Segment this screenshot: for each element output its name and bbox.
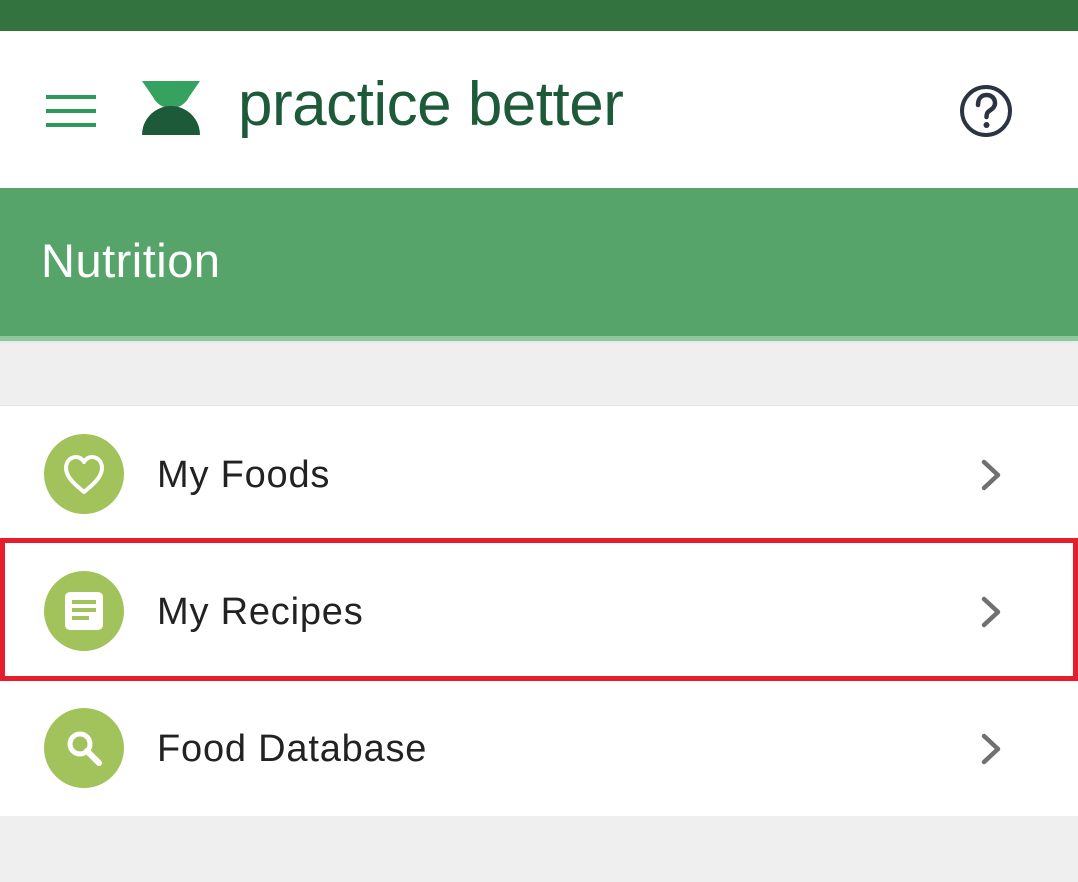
menu-item-label: My Recipes <box>157 591 364 633</box>
menu-item-my-foods[interactable]: My Foods <box>0 406 1078 543</box>
recipe-icon <box>65 592 103 630</box>
hamburger-icon <box>46 95 96 127</box>
chevron-right-icon <box>981 459 1001 491</box>
heart-icon <box>64 455 104 494</box>
my-recipes-icon-badge <box>44 571 124 651</box>
brand-name: practice better <box>238 70 624 139</box>
help-button[interactable] <box>958 83 1014 139</box>
chevron-right-icon <box>981 733 1001 765</box>
menu-item-food-database[interactable]: Food Database <box>0 680 1078 817</box>
nutrition-menu-list: My Foods My Recipes Food Database <box>0 405 1078 816</box>
practice-better-logo <box>140 79 202 137</box>
chevron-right-icon <box>981 596 1001 628</box>
page-title-bar-edge <box>0 336 1078 341</box>
menu-item-my-recipes[interactable]: My Recipes <box>0 543 1078 680</box>
help-icon <box>960 85 1012 137</box>
page-title: Nutrition <box>41 234 221 287</box>
my-foods-icon-badge <box>44 434 124 514</box>
status-strip <box>0 0 1078 31</box>
page-title-bar: Nutrition <box>0 188 1078 336</box>
search-icon <box>67 731 102 766</box>
hamburger-menu-button[interactable] <box>40 89 102 133</box>
food-database-icon-badge <box>44 708 124 788</box>
menu-item-label: Food Database <box>157 728 428 770</box>
app-header: practice better <box>0 31 1078 188</box>
menu-item-label: My Foods <box>157 454 331 496</box>
